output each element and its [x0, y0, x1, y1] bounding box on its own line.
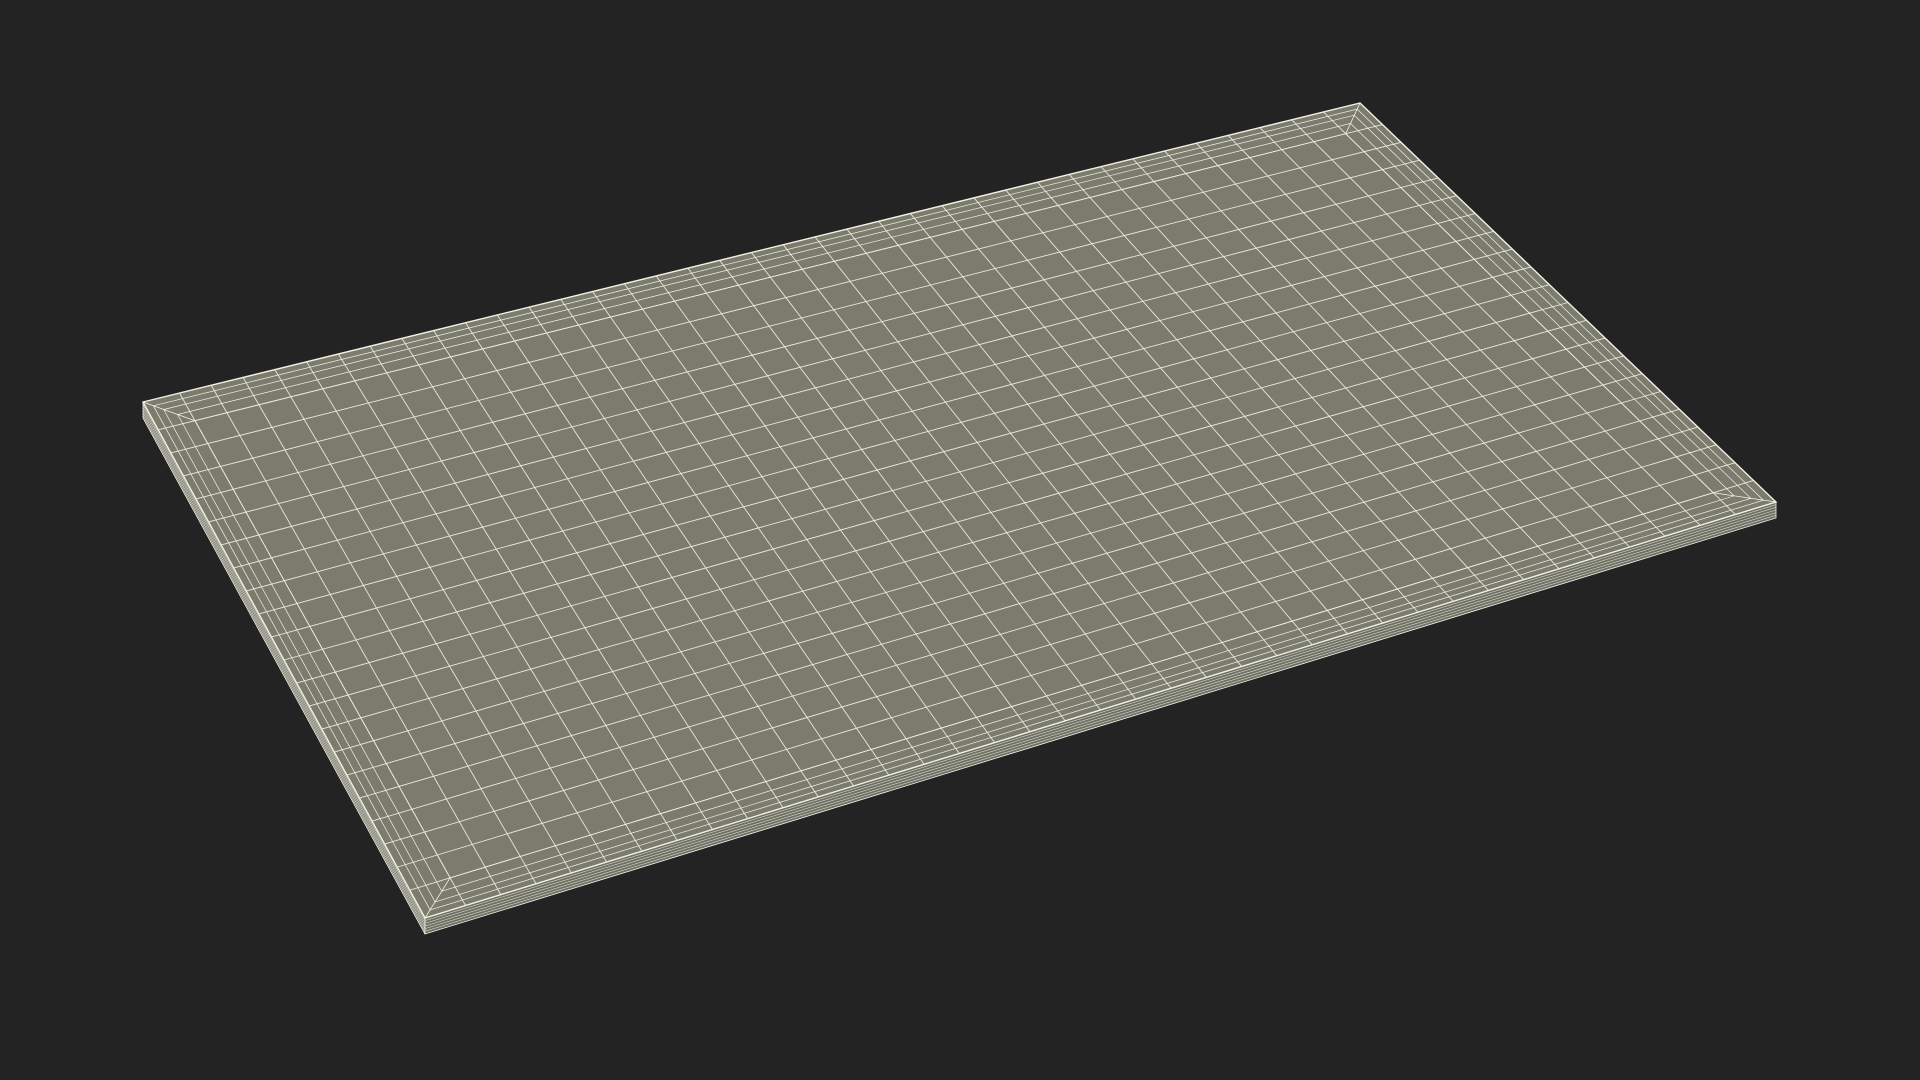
cutting-board-mesh: [141, 102, 1778, 935]
board-top-surface: [141, 102, 1778, 919]
wireframe-board-render: [141, 102, 1778, 935]
render-viewport: [0, 0, 1920, 1080]
